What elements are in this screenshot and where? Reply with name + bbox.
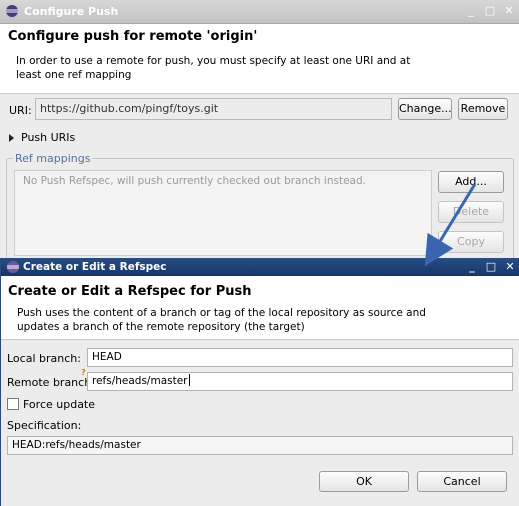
configure-push-window: Configure Push _ □ ✕ Configure push for … bbox=[0, 0, 519, 270]
configure-push-titlebar: Configure Push _ □ ✕ bbox=[0, 0, 519, 24]
maximize-icon[interactable]: □ bbox=[484, 4, 496, 17]
maximize-icon[interactable]: □ bbox=[485, 260, 497, 273]
remove-button[interactable]: Remove bbox=[458, 98, 508, 120]
ok-button[interactable]: OK bbox=[319, 471, 409, 492]
page-title: Configure push for remote 'origin' bbox=[8, 29, 258, 44]
dialog-heading: Create or Edit a Refspec for Push bbox=[8, 284, 252, 299]
cancel-button[interactable]: Cancel bbox=[417, 471, 507, 492]
minimize-icon[interactable]: _ bbox=[466, 260, 478, 273]
configure-push-header: Configure push for remote 'origin' In or… bbox=[0, 24, 519, 94]
change-button[interactable]: Change... bbox=[398, 98, 452, 120]
delete-button[interactable]: Delete bbox=[438, 201, 504, 223]
remote-branch-label: Remote branch: bbox=[7, 376, 95, 389]
force-update-label[interactable]: Force update bbox=[23, 398, 95, 411]
add-button[interactable]: Add... bbox=[438, 171, 504, 193]
minimize-icon[interactable]: _ bbox=[465, 4, 477, 17]
close-icon[interactable]: ✕ bbox=[503, 4, 515, 17]
local-branch-label: Local branch: bbox=[7, 352, 81, 365]
refspec-dialog: Create or Edit a Refspec _ □ ✕ Create or… bbox=[0, 258, 519, 506]
force-update-checkbox[interactable] bbox=[7, 398, 19, 410]
ref-mappings-message: No Push Refspec, will push currently che… bbox=[23, 175, 366, 187]
specification-label: Specification: bbox=[7, 419, 82, 432]
copy-button[interactable]: Copy bbox=[438, 231, 504, 253]
text-cursor bbox=[188, 374, 190, 386]
ref-mappings-title: Ref mappings bbox=[13, 152, 93, 165]
eclipse-icon bbox=[7, 261, 19, 273]
content-assist-icon: ? bbox=[81, 368, 86, 377]
local-branch-field[interactable]: HEAD bbox=[87, 348, 513, 367]
ref-mappings-list[interactable]: No Push Refspec, will push currently che… bbox=[14, 170, 432, 256]
eclipse-icon bbox=[6, 5, 18, 17]
configure-push-body: URI: https://github.com/pingf/toys.git C… bbox=[0, 94, 519, 270]
dialog-description: Push uses the content of a branch or tag… bbox=[17, 307, 426, 333]
specification-field[interactable]: HEAD:refs/heads/master bbox=[7, 436, 513, 455]
uri-label: URI: bbox=[9, 104, 32, 117]
page-description: In order to use a remote for push, you m… bbox=[16, 55, 411, 81]
expand-triangle-icon[interactable] bbox=[9, 134, 14, 142]
refspec-header: Create or Edit a Refspec for Push Push u… bbox=[1, 276, 519, 340]
remote-branch-value: refs/heads/master bbox=[92, 375, 188, 387]
uri-field[interactable]: https://github.com/pingf/toys.git bbox=[35, 98, 392, 120]
close-icon[interactable]: ✕ bbox=[504, 260, 516, 273]
push-uris-toggle[interactable]: Push URIs bbox=[21, 131, 75, 144]
window-title: Configure Push bbox=[24, 5, 119, 18]
remote-branch-field[interactable]: refs/heads/master bbox=[87, 372, 513, 391]
refspec-titlebar: Create or Edit a Refspec _ □ ✕ bbox=[1, 258, 519, 276]
dialog-title: Create or Edit a Refspec bbox=[23, 261, 167, 273]
